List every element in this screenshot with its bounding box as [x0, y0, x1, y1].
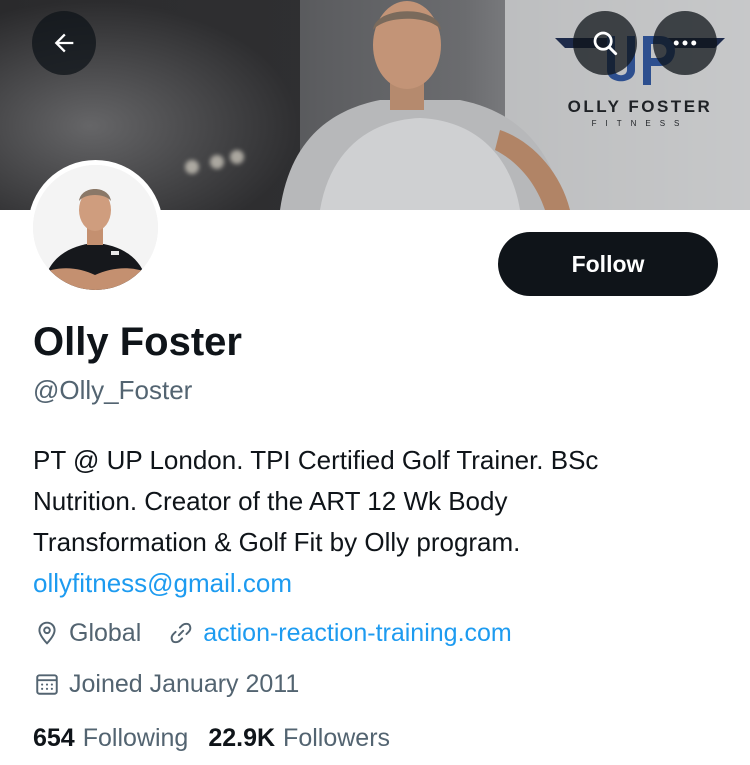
banner-person-image — [280, 1, 570, 210]
follow-button[interactable]: Follow — [498, 232, 718, 296]
search-button[interactable] — [573, 11, 637, 75]
banner-brand-subtitle: FITNESS — [591, 119, 689, 128]
followers-count: 22.9K — [208, 724, 276, 752]
avatar-image — [33, 165, 158, 290]
profile-display-name: Olly Foster — [33, 320, 242, 364]
following-label: Following — [82, 724, 189, 752]
profile-location: Global — [33, 619, 141, 648]
back-button[interactable] — [32, 11, 96, 75]
more-horizontal-icon — [673, 40, 697, 46]
arrow-left-icon — [54, 33, 74, 53]
profile-meta-row: Global action-reaction-training.com — [33, 617, 512, 649]
profile-joined-row: Joined January 2011 — [33, 668, 299, 700]
location-pin-icon — [33, 619, 61, 647]
banner-light — [210, 155, 224, 169]
profile-bio: PT @ UP London. TPI Certified Golf Train… — [33, 440, 723, 604]
banner-light — [185, 160, 199, 174]
bio-line: Transformation & Golf Fit by Olly progra… — [33, 527, 521, 557]
profile-website[interactable]: action-reaction-training.com — [167, 619, 512, 648]
profile-stats: 654 Following 22.9K Followers — [33, 724, 410, 753]
link-icon — [167, 619, 195, 647]
website-link[interactable]: action-reaction-training.com — [203, 619, 511, 648]
profile-handle: @Olly_Foster — [33, 375, 193, 405]
joined-text: Joined January 2011 — [69, 669, 300, 698]
profile-avatar[interactable] — [28, 160, 163, 295]
bio-email-link[interactable]: ollyfitness@gmail.com — [33, 563, 723, 604]
location-text: Global — [69, 618, 142, 647]
more-options-button[interactable] — [653, 11, 717, 75]
banner-brand-name: OLLY FOSTER — [567, 97, 713, 116]
bio-line: PT @ UP London. TPI Certified Golf Train… — [33, 445, 599, 475]
banner-light — [230, 150, 244, 164]
following-link[interactable]: 654 Following — [33, 724, 188, 753]
following-count: 654 — [33, 724, 75, 752]
bio-line: Nutrition. Creator of the ART 12 Wk Body — [33, 486, 508, 516]
calendar-icon — [33, 670, 61, 698]
search-icon — [593, 31, 618, 56]
followers-label: Followers — [283, 724, 391, 752]
followers-link[interactable]: 22.9K Followers — [208, 724, 390, 753]
profile-joined: Joined January 2011 — [33, 670, 299, 699]
